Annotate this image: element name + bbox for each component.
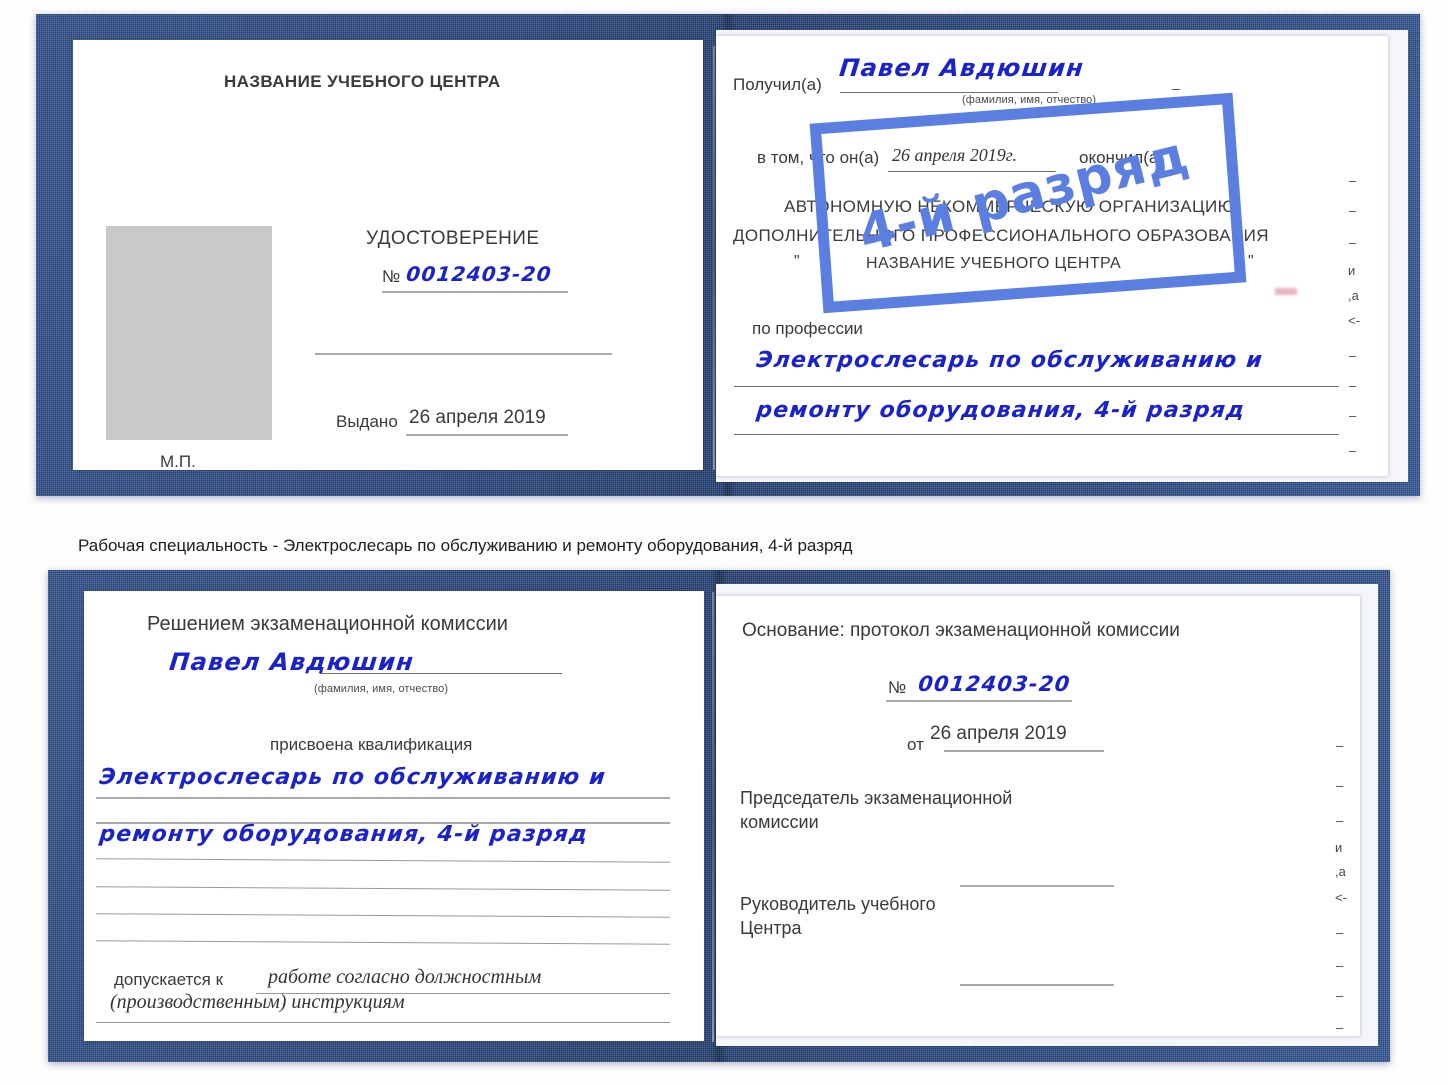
top-right-profession-rule-1: [734, 386, 1339, 387]
top-left-doc-title: УДОСТОВЕРЕНИЕ: [366, 228, 540, 249]
top-right-edge-fragment-3: –: [1349, 235, 1357, 250]
top-right-profession-line-1: Электрослесарь по обслуживанию и: [755, 348, 1265, 373]
top-right-edge-fragment-1: –: [1349, 173, 1357, 188]
top-left-number-rule: [382, 291, 568, 293]
bottom-right-edge-fragment-7: –: [1336, 925, 1344, 940]
bottom-right-edge-fragment-9: –: [1336, 988, 1344, 1003]
top-right-edge-fragment-2: –: [1349, 203, 1357, 218]
top-right-edge-fragment-10: –: [1349, 443, 1357, 458]
certificate-bottom-spine: [712, 592, 714, 1042]
bottom-right-chairman-line-1: Председатель экзаменационной: [740, 788, 1013, 808]
top-left-org-title: НАЗВАНИЕ УЧЕБНОГО ЦЕНТРА: [224, 72, 501, 91]
top-left-number-symbol: №: [382, 267, 401, 286]
top-right-edge-fragment-4: и: [1348, 263, 1356, 278]
certificate-top-spine: [713, 46, 715, 470]
top-right-profession-line-2: ремонту оборудования, 4-й разряд: [755, 398, 1247, 423]
bottom-right-head-line-2: Центра: [740, 918, 802, 938]
bottom-left-admitted-value-2: (производственным) инструкциям: [110, 991, 405, 1013]
top-right-edge-fragment-6: <-: [1348, 313, 1360, 328]
bottom-left-admitted-value-1: работе согласно должностным: [268, 966, 542, 988]
top-right-edge-fragment-9: –: [1349, 408, 1357, 423]
bottom-right-basis-label: Основание: протокол экзаменационной коми…: [742, 620, 1180, 641]
top-right-edge-fragment-5: ,а: [1348, 288, 1359, 303]
bottom-right-date-value: 26 апреля 2019: [930, 723, 1067, 744]
bottom-right-chairman-signature-rule: [960, 885, 1114, 887]
bottom-right-date-label: от: [907, 735, 924, 754]
bottom-right-head-signature-rule: [960, 984, 1114, 986]
top-left-blank-rule: [315, 353, 612, 355]
bottom-right-date-rule: [944, 750, 1104, 752]
top-left-issued-label: Выдано: [336, 412, 398, 431]
top-right-pink-smudge: [1275, 288, 1297, 295]
top-right-inthat-label: в том, что он(а): [757, 148, 880, 167]
top-right-fio-hint: (фамилия, имя, отчество): [962, 94, 1097, 106]
bottom-right-edge-fragment-4: и: [1335, 840, 1343, 855]
bottom-right-edge-fragment-5: ,а: [1335, 864, 1346, 879]
top-right-edge-fragment-7: –: [1349, 348, 1357, 363]
bottom-right-head-line-1: Руководитель учебного: [740, 894, 936, 914]
bottom-right-number-value: 0012403-20: [917, 672, 1072, 696]
top-right-edge-fragment-8: –: [1349, 378, 1357, 393]
top-right-profession-label: по профессии: [752, 319, 863, 338]
bottom-right-edge-fragment-2: –: [1336, 778, 1344, 793]
bottom-right-number-rule: [886, 700, 1072, 702]
bottom-right-edge-fragment-1: –: [1336, 738, 1344, 753]
bottom-right-edge-fragment-3: –: [1336, 813, 1344, 828]
top-left-issued-rule: [406, 434, 568, 436]
bottom-left-qualification-line-2: ремонту оборудования, 4-й разряд: [98, 822, 590, 847]
top-right-received-rule: [840, 92, 1058, 93]
photo-placeholder: [106, 226, 272, 440]
caption: Рабочая специальность - Электрослесарь п…: [78, 536, 853, 555]
bottom-left-fio-hint: (фамилия, имя, отчество): [314, 683, 449, 695]
top-right-org-quote-close: ": [1248, 253, 1254, 270]
top-right-profession-rule-2: [734, 434, 1339, 435]
bottom-left-name-rule: [320, 673, 562, 674]
bottom-left-qualification-line-1: Электрослесарь по обслуживанию и: [98, 765, 608, 790]
bottom-right-number-symbol: №: [888, 678, 907, 697]
bottom-left-qualification-label: присвоена квалификация: [270, 735, 473, 754]
bottom-left-qualification-rule-1: [96, 797, 670, 799]
top-right-org-quote-open: ": [794, 253, 800, 270]
top-right-completion-date: 26 апреля 2019г.: [892, 145, 1018, 165]
top-right-received-label: Получил(а): [733, 75, 822, 94]
bottom-right-chairman-line-2: комиссии: [740, 812, 819, 832]
top-right-org-line-3: НАЗВАНИЕ УЧЕБНОГО ЦЕНТРА: [866, 255, 1122, 272]
bottom-right-edge-fragment-6: <-: [1335, 890, 1347, 905]
top-left-stamp-place-label: М.П.: [160, 452, 196, 471]
bottom-left-heading: Решением экзаменационной комиссии: [147, 613, 508, 635]
bottom-left-admitted-label: допускается к: [114, 970, 224, 989]
bottom-right-edge-fragment-8: –: [1336, 958, 1344, 973]
bottom-left-admitted-rule-2: [96, 1022, 670, 1023]
top-left-number-value: 0012403-20: [405, 262, 554, 286]
top-left-issued-value: 26 апреля 2019: [409, 407, 546, 428]
bottom-right-edge-fragment-10: –: [1336, 1020, 1344, 1035]
top-right-dash-fragment-a: –: [1172, 80, 1180, 96]
top-right-received-value: Павел Авдюшин: [838, 54, 1086, 82]
